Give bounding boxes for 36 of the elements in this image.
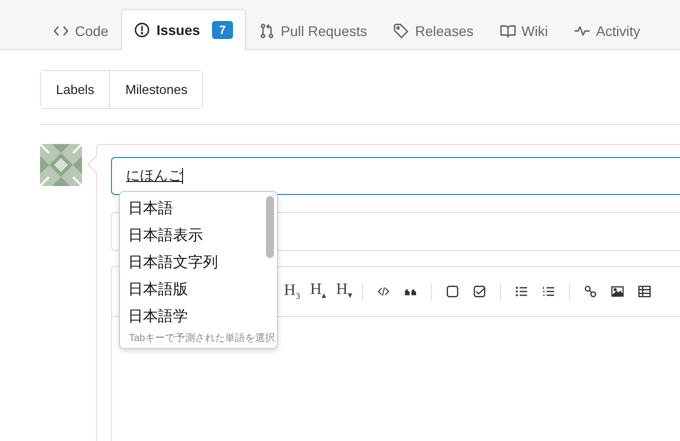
suggestion-item[interactable]: 日本語表示 — [120, 222, 277, 249]
tab-label: Pull Requests — [280, 22, 368, 38]
tag-icon — [393, 22, 410, 38]
code-icon[interactable] — [377, 285, 390, 298]
checkbox-icon[interactable] — [446, 285, 460, 298]
checked-box-icon[interactable] — [473, 285, 486, 298]
tab[interactable]: Wiki — [486, 10, 561, 50]
count-badge: 7 — [212, 21, 233, 39]
tab-label: Activity — [596, 22, 640, 38]
image-icon[interactable] — [611, 285, 624, 298]
tab[interactable]: Pull Requests — [246, 10, 380, 50]
suggestion-item[interactable]: 日本語版 — [120, 276, 277, 303]
tab-label: Releases — [415, 22, 474, 38]
tab[interactable]: Activity — [560, 10, 654, 50]
tab-label: Issues — [156, 22, 200, 38]
exclamation-circle-icon — [134, 22, 150, 38]
suggestion-item[interactable]: 日本語学 — [120, 303, 277, 330]
tab[interactable]: Issues 7 — [121, 9, 246, 50]
heading-button[interactable]: H$_{▾}$ — [336, 281, 352, 302]
filter-button[interactable]: Milestones — [109, 71, 202, 108]
numbered-list-icon[interactable] — [542, 285, 556, 298]
link-icon[interactable] — [584, 285, 598, 298]
avatar — [40, 144, 82, 186]
table-icon[interactable] — [638, 285, 652, 298]
bullet-list-icon[interactable] — [515, 285, 528, 298]
suggestion-item[interactable]: 日本語 — [120, 195, 277, 222]
tab-label: Code — [75, 22, 108, 38]
heading-button[interactable]: H$_{▴}$ — [310, 281, 326, 302]
tab-label: Wiki — [522, 22, 548, 38]
tab[interactable]: Code — [40, 10, 122, 50]
heading-button[interactable]: H$_{3}$ — [284, 282, 300, 302]
book-icon — [500, 22, 516, 38]
hint-text: Tabキーで予測された単語を選択 — [128, 332, 276, 346]
scrollbar-thumb[interactable] — [266, 196, 274, 258]
pull-request-icon — [258, 22, 275, 38]
tab[interactable]: Releases — [380, 10, 487, 50]
